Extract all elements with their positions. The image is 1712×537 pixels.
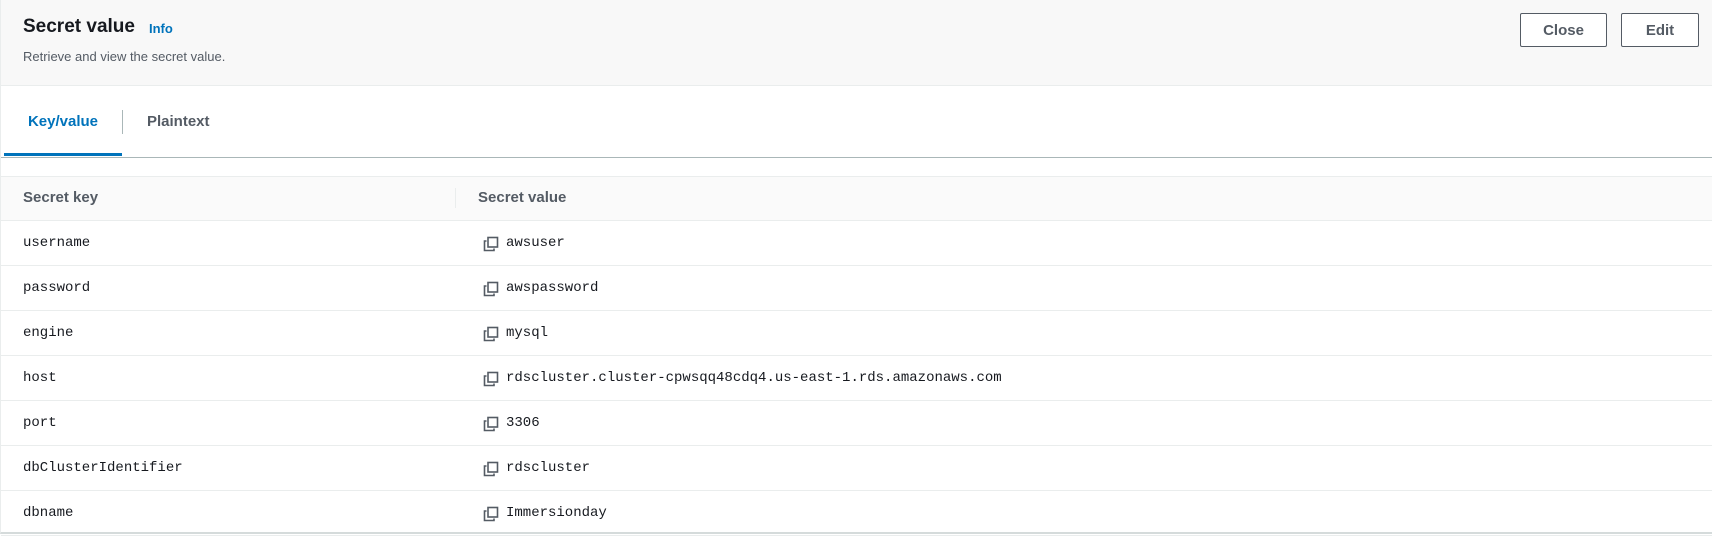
table-header: Secret key Secret value [1, 176, 1712, 221]
tab-underline [1, 157, 1712, 158]
secret-value-cell: mysql [506, 325, 549, 341]
tab-bar: Key/value Plaintext [1, 86, 1712, 158]
copy-icon[interactable] [483, 461, 499, 477]
secret-key-cell: host [23, 370, 57, 386]
secret-key-cell: dbClusterIdentifier [23, 460, 183, 476]
tab-divider [122, 110, 123, 134]
column-header-secret-key: Secret key [23, 189, 99, 206]
secret-value-panel: Secret value Info Retrieve and view the … [0, 0, 1712, 536]
info-link[interactable]: Info [149, 21, 173, 36]
copy-icon[interactable] [483, 281, 499, 297]
tab-key-value[interactable]: Key/value [4, 86, 122, 156]
table-body: username awsuser password awspassword engine… [1, 221, 1712, 536]
table-row: dbname Immersionday [1, 491, 1712, 536]
secret-key-cell: dbname [23, 505, 74, 521]
secret-value-cell: rdscluster.cluster-cpwsqq48cdq4.us-east-… [506, 370, 1002, 386]
secret-key-cell: username [23, 235, 91, 251]
secret-value-cell: awspassword [506, 280, 599, 296]
copy-icon[interactable] [483, 506, 499, 522]
table-row: host rdscluster.cluster-cpwsqq48cdq4.us-e… [1, 356, 1712, 401]
close-button[interactable]: Close [1520, 13, 1607, 47]
secret-key-cell: port [23, 415, 57, 431]
secret-value-cell: rdscluster [506, 460, 591, 476]
table-row: password awspassword [1, 266, 1712, 311]
page-description: Retrieve and view the secret value. [23, 49, 226, 64]
column-header-secret-value: Secret value [478, 189, 567, 206]
table-row: engine mysql [1, 311, 1712, 356]
table-row: username awsuser [1, 221, 1712, 266]
copy-icon[interactable] [483, 326, 499, 342]
copy-icon[interactable] [483, 236, 499, 252]
table-row: dbClusterIdentifier rdscluster [1, 446, 1712, 491]
secret-table: Secret key Secret value username awsuser p… [1, 176, 1712, 536]
secret-value-cell: 3306 [506, 415, 540, 431]
panel-header: Secret value Info Retrieve and view the … [1, 0, 1712, 86]
page-title: Secret value [23, 16, 135, 37]
tab-plaintext[interactable]: Plaintext [147, 86, 210, 156]
secret-key-cell: password [23, 280, 91, 296]
secret-value-cell: awsuser [506, 235, 565, 251]
secret-key-cell: engine [23, 325, 74, 341]
secret-value-cell: Immersionday [506, 505, 607, 521]
column-divider [455, 188, 456, 208]
edit-button[interactable]: Edit [1621, 13, 1699, 47]
copy-icon[interactable] [483, 371, 499, 387]
table-row: port 3306 [1, 401, 1712, 446]
copy-icon[interactable] [483, 416, 499, 432]
